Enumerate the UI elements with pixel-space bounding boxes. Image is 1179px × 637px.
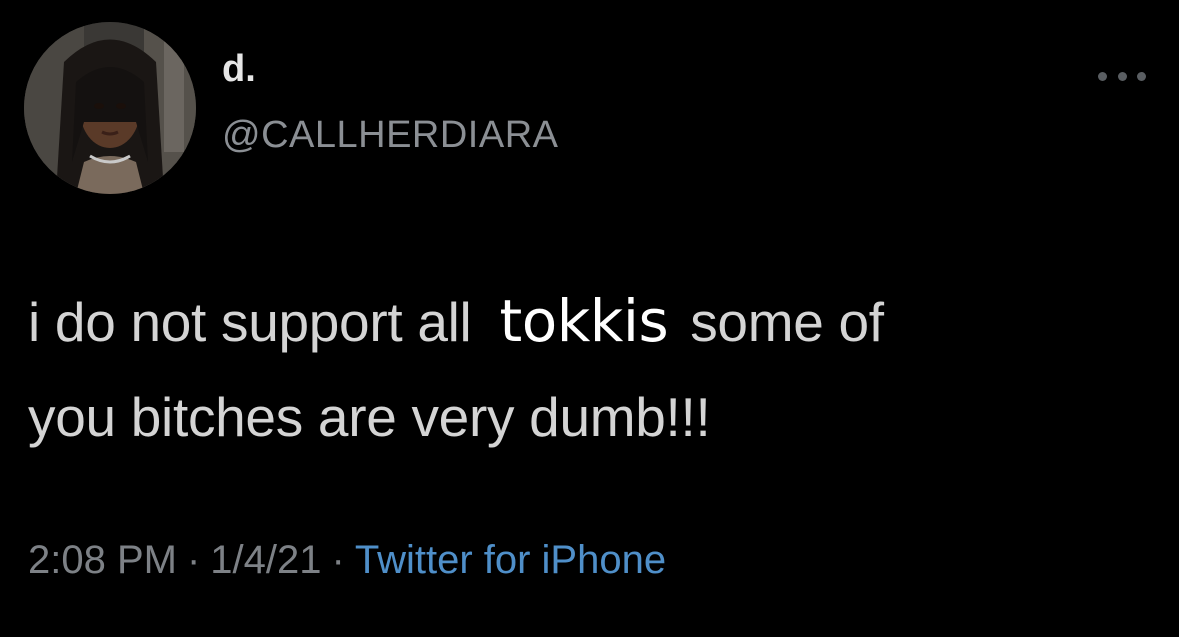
overlay-word: tokkis: [499, 287, 669, 355]
tweet-line-1: i do not support all tokkis some of: [28, 274, 1158, 370]
tweet-source-link[interactable]: Twitter for iPhone: [355, 538, 666, 582]
display-name[interactable]: d.: [222, 50, 256, 88]
tweet-card: d. @CALLHERDIARA i do not support all tok…: [0, 0, 1179, 637]
dot: [1117, 71, 1127, 81]
tweet-text-part: some of: [690, 291, 884, 353]
user-handle[interactable]: @CALLHERDIARA: [222, 116, 559, 154]
dot: [1137, 71, 1146, 81]
tweet-text-part: i do not support all: [28, 291, 472, 353]
dot: [1098, 71, 1107, 81]
profile-photo-icon: [24, 22, 196, 194]
tweet-date[interactable]: 1/4/21: [210, 538, 321, 582]
more-options-icon[interactable]: [1098, 64, 1146, 88]
tweet-text: i do not support all tokkis some of you bi…: [28, 274, 1158, 465]
tweet-line-2: you bitches are very dumb!!!: [28, 386, 711, 448]
avatar[interactable]: [24, 22, 196, 194]
separator: ·: [331, 538, 345, 582]
separator: ·: [186, 538, 201, 582]
tweet-time[interactable]: 2:08 PM: [28, 538, 177, 582]
tweet-meta: 2:08 PM · 1/4/21 · Twitter for iPhone: [28, 540, 666, 580]
